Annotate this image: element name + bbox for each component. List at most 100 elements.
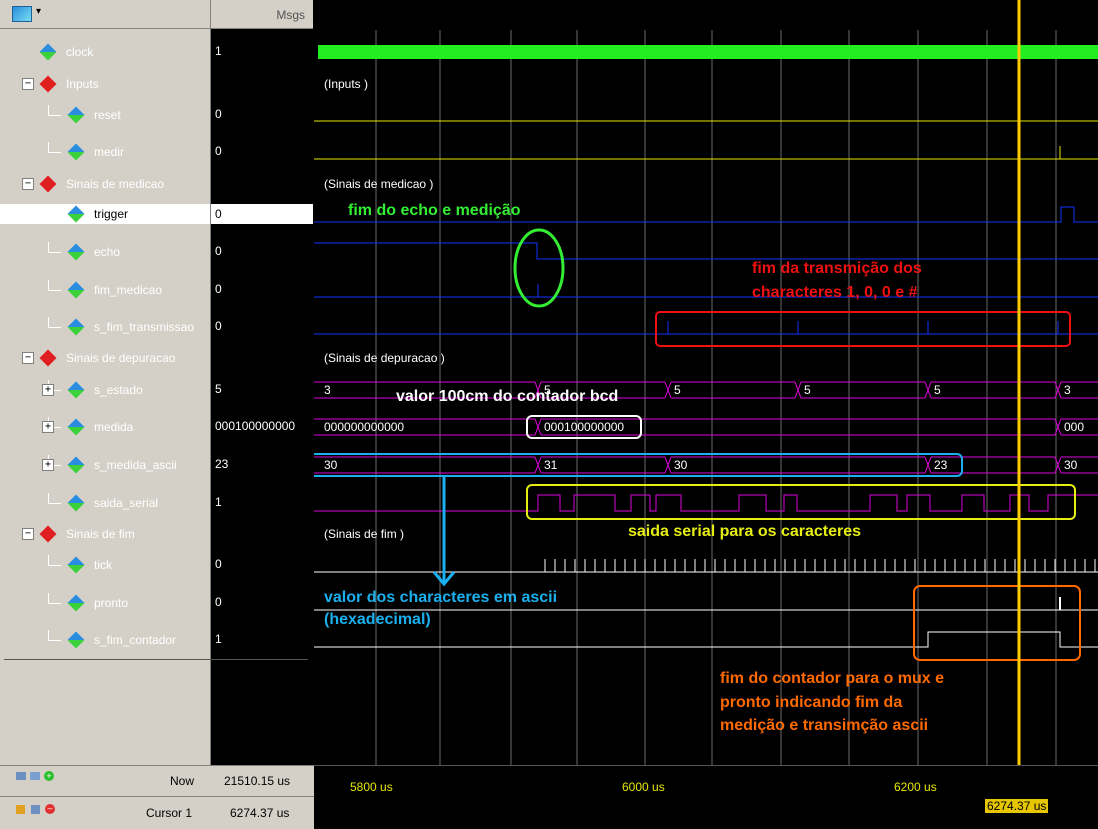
timeline-tick-6000: 6000 us	[622, 780, 665, 794]
group-signal-icon	[39, 525, 57, 543]
signal-row-tick[interactable]: tick	[0, 555, 210, 575]
signal-row-s_estado[interactable]: + s_estado	[0, 380, 210, 400]
chevron-down-icon[interactable]: ▾	[36, 6, 41, 17]
zoom-icon[interactable]	[30, 772, 40, 780]
signal-row-echo[interactable]: echo	[0, 242, 210, 262]
signal-icon	[67, 594, 85, 612]
group-signal-icon	[39, 175, 57, 193]
signal-row-s_medida_ascii[interactable]: + s_medida_ascii	[0, 455, 210, 475]
add-icon[interactable]: +	[44, 771, 54, 781]
signal-icon	[39, 43, 57, 61]
wrench-icon[interactable]	[31, 805, 40, 814]
s-medida-ascii-bus-edge	[1057, 456, 1062, 474]
signal-row-inputs[interactable]: − Inputs	[0, 74, 210, 94]
tree-connector	[48, 142, 61, 153]
signal-value-saida_serial: 1	[215, 495, 222, 509]
signal-icon	[67, 494, 85, 512]
signal-row-s_fim_transmissao[interactable]: s_fim_transmissao	[0, 317, 210, 337]
s-fim-contador-wave	[314, 631, 1098, 648]
signal-name: s_fim_transmissao	[94, 320, 195, 334]
signal-row-trigger[interactable]: trigger	[0, 204, 210, 224]
s-medida-ascii-bus-value: 31	[544, 458, 558, 472]
list-end-marker	[4, 659, 308, 660]
medida-bus-value: 000	[1064, 420, 1084, 434]
signal-icon	[67, 381, 85, 399]
annotation-transmissao-box	[655, 311, 1071, 347]
add-cursor-icon[interactable]	[16, 772, 26, 780]
timeline-tick-6200: 6200 us	[894, 780, 937, 794]
signal-name: clock	[66, 45, 94, 59]
tree-connector	[48, 280, 61, 291]
expand-icon[interactable]: +	[42, 459, 54, 471]
wave-toolbar-icon[interactable]	[12, 6, 32, 22]
signal-row-s_fim_contador[interactable]: s_fim_contador	[0, 630, 210, 650]
signal-name: reset	[94, 108, 121, 122]
signal-icon	[67, 556, 85, 574]
expand-icon[interactable]: +	[42, 384, 54, 396]
signal-value-s_fim_transmissao: 0	[215, 319, 222, 333]
signal-name: fim_medicao	[94, 283, 163, 297]
waveform-canvas[interactable]: (Inputs ) (Sinais de medicao ) (Sinais de …	[314, 0, 1098, 828]
group-signal-icon	[39, 349, 57, 367]
signal-row-pronto[interactable]: pronto	[0, 593, 210, 613]
cursor-value: 6274.37 us	[230, 806, 290, 820]
s-estado-bus-edge	[927, 381, 932, 399]
timeline-ruler[interactable]: 5800 us 6000 us 6200 us 6274.37 us	[314, 765, 1098, 829]
annotation-transmissao-1: fim da transmição dos	[752, 260, 922, 277]
signal-icon	[67, 106, 85, 124]
signal-name: s_fim_contador	[94, 633, 177, 647]
signal-row-sinais-de-depuracao[interactable]: − Sinais de depuracao	[0, 348, 210, 368]
annotation-contador-box	[913, 585, 1081, 661]
signal-name: tick	[94, 558, 112, 572]
annotation-serial-box	[526, 484, 1076, 520]
collapse-icon[interactable]: −	[22, 528, 34, 540]
annotation-ascii-1: valor dos characteres em ascii	[324, 589, 558, 606]
tree-connector	[48, 105, 61, 116]
annotation-transmissao-2: characteres 1, 0, 0 e #	[752, 284, 918, 301]
group-signal-icon	[39, 75, 57, 93]
signal-row-sinais-de-medicao[interactable]: − Sinais de medicao	[0, 174, 210, 194]
collapse-icon[interactable]: −	[22, 178, 34, 190]
signal-value-echo: 0	[215, 244, 222, 258]
waveform-pane[interactable]: (Inputs ) (Sinais de medicao ) (Sinais de …	[314, 0, 1098, 828]
expand-icon[interactable]: +	[42, 421, 54, 433]
s-medida-ascii-bus-value: 30	[1064, 458, 1078, 472]
signal-value-trigger: 0	[211, 204, 313, 224]
signal-value-reset: 0	[215, 107, 222, 121]
remove-icon[interactable]: –	[45, 804, 55, 814]
signal-row-reset[interactable]: reset	[0, 105, 210, 125]
signal-row-clock[interactable]: clock	[0, 42, 210, 62]
signal-icon	[67, 418, 85, 436]
lock-icon[interactable]	[16, 805, 25, 814]
s-medida-ascii-bus-edge	[927, 456, 932, 474]
signal-list: clock − Inputs reset medir − Sinais de medicao…	[0, 30, 210, 765]
s-estado-bus-edge	[797, 381, 802, 399]
now-label: Now	[170, 774, 195, 788]
signal-row-sinais-de-fim[interactable]: − Sinais de fim	[0, 524, 210, 544]
signal-row-saida_serial[interactable]: saida_serial	[0, 493, 210, 513]
signal-name: s_medida_ascii	[94, 458, 177, 472]
s-medida-ascii-bus-value: 30	[674, 458, 688, 472]
signal-row-medir[interactable]: medir	[0, 142, 210, 162]
cursor-time-tag[interactable]: 6274.37 us	[984, 798, 1050, 814]
annotation-contador-3: medição e transimção ascii	[720, 717, 929, 734]
signal-name: Inputs	[66, 77, 99, 91]
s-medida-ascii-bus-edge	[667, 456, 672, 474]
signal-name: Sinais de medicao	[66, 177, 165, 191]
group-label-depuracao: (Sinais de depuracao )	[324, 351, 445, 365]
signal-name: Sinais de depuracao	[66, 351, 176, 365]
annotation-echo: fim do echo e medição	[348, 202, 521, 219]
tree-connector	[48, 493, 61, 504]
s-medida-ascii-bus-edge	[537, 456, 542, 474]
signal-icon	[67, 631, 85, 649]
signal-row-fim_medicao[interactable]: fim_medicao	[0, 280, 210, 300]
signal-value-tick: 0	[215, 557, 222, 571]
s-estado-bus-value: 3	[1064, 383, 1071, 397]
tree-connector	[48, 204, 61, 215]
medida-bus-value: 000100000000	[544, 420, 624, 434]
s-medida-ascii-bus-value: 30	[324, 458, 338, 472]
collapse-icon[interactable]: −	[22, 352, 34, 364]
collapse-icon[interactable]: −	[22, 78, 34, 90]
signal-row-medida[interactable]: + medida	[0, 417, 210, 437]
s-estado-bus-edge	[1057, 381, 1062, 399]
